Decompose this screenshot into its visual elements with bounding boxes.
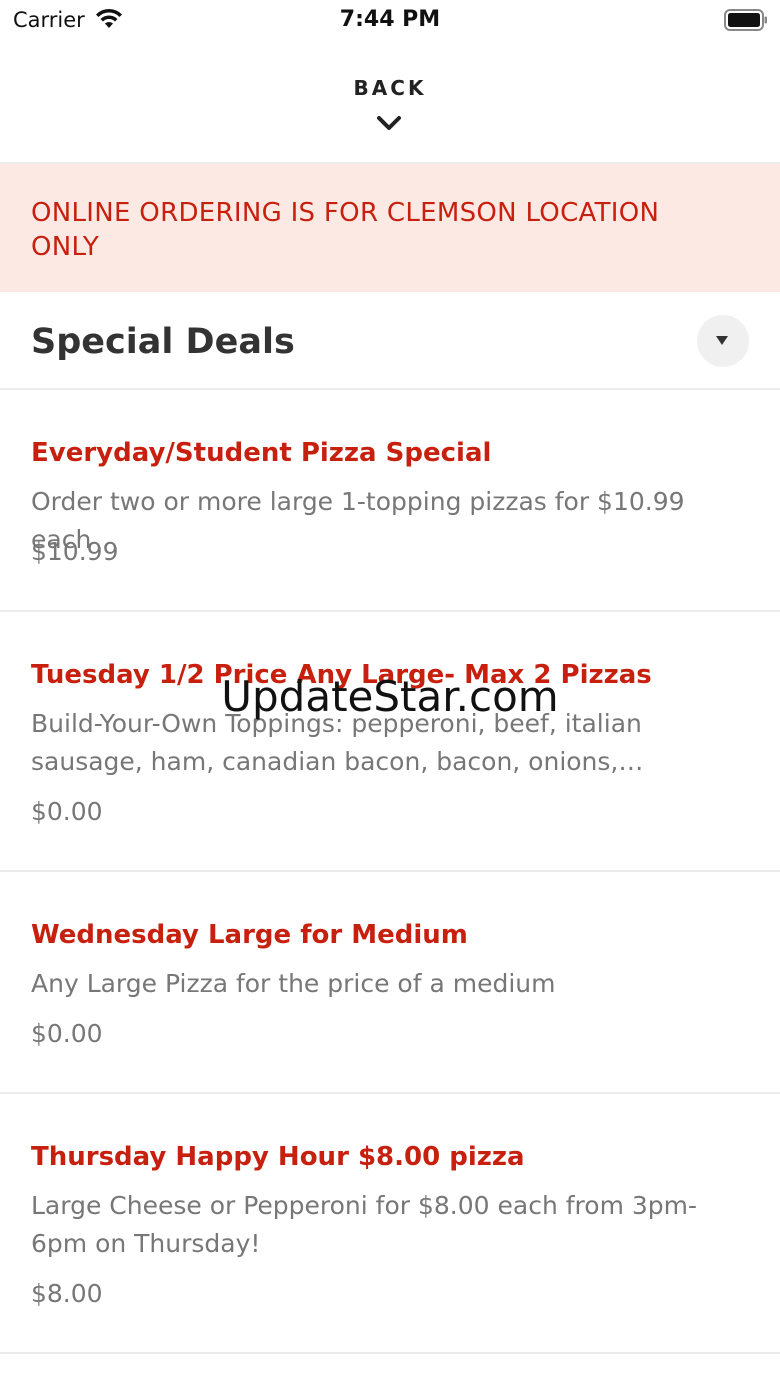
deal-item[interactable]: Thursday Happy Hour $8.00 pizza Large Ch… (0, 1094, 780, 1352)
back-button[interactable]: BACK (0, 60, 780, 160)
deal-price: $0.00 (31, 1019, 103, 1048)
divider (0, 1352, 780, 1354)
section-title: Special Deals (31, 322, 295, 362)
deal-item[interactable]: Everyday/Student Pizza Special Order two… (0, 390, 780, 610)
deal-title: Everyday/Student Pizza Special (31, 438, 492, 468)
category-dropdown-button[interactable] (697, 315, 749, 367)
notice-text: ONLINE ORDERING IS FOR CLEMSON LOCATION … (31, 198, 660, 262)
deal-price: $0.00 (31, 797, 103, 826)
deal-description: Any Large Pizza for the price of a mediu… (31, 969, 556, 998)
section-header: Special Deals (0, 292, 780, 388)
deal-item[interactable]: Tuesday 1/2 Price Any Large- Max 2 Pizza… (0, 612, 780, 870)
battery-icon (724, 9, 767, 31)
deal-item[interactable]: Wednesday Large for Medium Any Large Piz… (0, 872, 780, 1092)
deal-title: Thursday Happy Hour $8.00 pizza (31, 1142, 525, 1172)
watermark: UpdateStar.com (221, 672, 559, 721)
deal-price: $10.99 (31, 537, 119, 566)
deal-price: $8.00 (31, 1279, 103, 1308)
deal-description: Large Cheese or Pepperoni for $8.00 each… (31, 1191, 698, 1258)
notice-banner: ONLINE ORDERING IS FOR CLEMSON LOCATION … (0, 164, 780, 292)
status-time: 7:44 PM (339, 7, 441, 32)
caret-down-icon (716, 336, 728, 345)
deal-title: Wednesday Large for Medium (31, 920, 468, 950)
deal-description: Order two or more large 1-topping pizzas… (31, 487, 685, 554)
status-bar: Carrier 7:44 PM (0, 0, 780, 40)
back-label: BACK (353, 76, 427, 100)
chevron-down-icon (377, 116, 401, 130)
